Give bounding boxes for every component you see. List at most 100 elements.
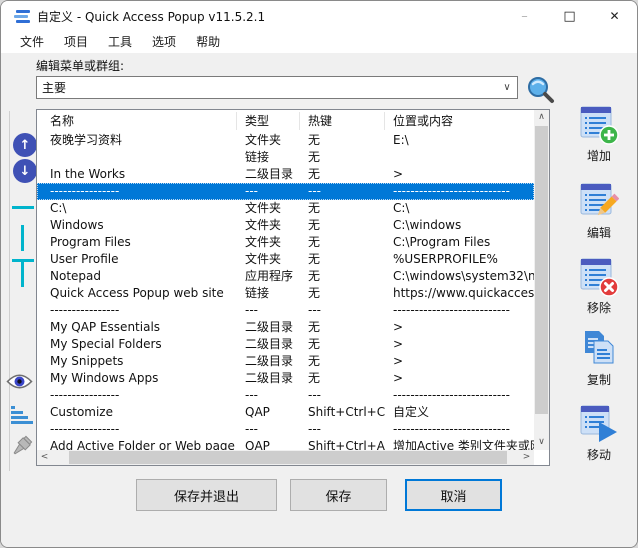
save-and-exit-button[interactable]: 保存并退出 [136,479,277,511]
group-selector-dropdown[interactable]: 主要 ∨ [36,76,518,99]
table-cell: ---------------- [37,183,237,200]
table-cell: ---------------- [37,302,237,319]
table-row[interactable]: My Special Folders二级目录无> [37,336,534,353]
table-cell: Notepad [37,268,237,285]
move-button[interactable]: 移动 [567,404,631,463]
dialog-content: 编辑菜单或群组: 主要 ∨ ↑ ↓ [1,53,637,548]
save-button[interactable]: 保存 [290,479,387,511]
menu-tools[interactable]: 工具 [98,31,142,53]
column-header-hotkey[interactable]: 热键 [300,112,385,130]
sort-levels-icon[interactable] [9,406,33,425]
column-header-name[interactable]: 名称 [37,112,237,130]
table-row[interactable]: 夜晚学习资料文件夹无E:\ [37,132,534,149]
add-separator-line-icon[interactable] [12,206,34,209]
horizontal-scrollbar[interactable]: < > [37,450,534,465]
table-row[interactable]: ----------------------------------------… [37,421,534,438]
table-cell: My Windows Apps [37,370,237,387]
move-down-button[interactable]: ↓ [13,159,37,183]
table-cell: Shift+Ctrl+C [300,404,385,421]
table-row[interactable]: C:\文件夹无C:\ [37,200,534,217]
table-cell: --------------------------- [385,421,534,438]
table-row[interactable]: My QAP Essentials二级目录无> [37,319,534,336]
menu-file[interactable]: 文件 [10,31,54,53]
edit-button[interactable]: 编辑 [567,182,631,241]
table-row[interactable]: Add Active Folder or Web pageQAPShift+Ct… [37,438,534,450]
table-cell: 二级目录 [237,353,300,370]
scroll-down-icon[interactable]: ∨ [534,435,549,450]
scroll-right-icon[interactable]: > [519,450,534,465]
table-row[interactable]: My Snippets二级目录无> [37,353,534,370]
table-cell: > [385,166,534,183]
scroll-up-icon[interactable]: ∧ [534,110,549,125]
column-header-location[interactable]: 位置或内容 [385,112,534,130]
minimize-button[interactable]: – [502,1,547,31]
table-cell: My QAP Essentials [37,319,237,336]
table-row[interactable]: Program Files文件夹无C:\Program Files [37,234,534,251]
table-cell: 无 [300,217,385,234]
table-cell: User Profile [37,251,237,268]
table-cell: > [385,319,534,336]
group-selector-value: 主要 [37,79,497,96]
table-cell: 文件夹 [237,251,300,268]
table-cell: 二级目录 [237,370,300,387]
table-cell: My Special Folders [37,336,237,353]
close-button[interactable]: ✕ [592,1,637,31]
show-hidden-eye-icon[interactable] [6,372,33,391]
menu-item[interactable]: 项目 [54,31,98,53]
add-column-break-icon[interactable] [21,225,24,251]
table-cell: 链接 [237,285,300,302]
table-cell: --- [237,421,300,438]
cancel-button[interactable]: 取消 [405,479,502,511]
table-cell: C:\ [385,200,534,217]
table-row[interactable]: CustomizeQAPShift+Ctrl+C自定义 [37,404,534,421]
chevron-down-icon: ∨ [497,82,517,93]
menu-help[interactable]: 帮助 [186,31,230,53]
table-row[interactable]: Notepad应用程序无C:\windows\system32\notepad.… [37,268,534,285]
pin-window-icon[interactable] [8,434,34,462]
table-row[interactable]: Quick Access Popup web site链接无https://ww… [37,285,534,302]
vertical-scrollbar[interactable]: ∧ ∨ [534,110,549,450]
table-cell: QAP [237,438,300,450]
table-cell: > [385,370,534,387]
table-cell: C:\windows\system32\notepad.exe [385,268,534,285]
table-cell: 无 [300,166,385,183]
table-cell: E:\ [385,132,534,149]
table-row[interactable]: User Profile文件夹无%USERPROFILE% [37,251,534,268]
menu-options[interactable]: 选项 [142,31,186,53]
remove-button[interactable]: 移除 [567,257,631,316]
table-cell: 无 [300,268,385,285]
add-menu-separator-icon[interactable] [12,259,34,287]
search-icon[interactable] [525,74,555,104]
table-cell [385,149,534,166]
table-cell: 二级目录 [237,166,300,183]
column-header-type[interactable]: 类型 [237,112,300,130]
table-cell: My Snippets [37,353,237,370]
table-cell: --- [237,387,300,404]
table-row[interactable]: ----------------------------------------… [37,302,534,319]
horizontal-scroll-thumb[interactable] [69,451,507,464]
table-cell: --- [237,302,300,319]
scroll-left-icon[interactable]: < [37,450,52,465]
menu-bar: 文件 项目 工具 选项 帮助 [1,31,637,53]
table-cell: 无 [300,200,385,217]
table-row[interactable]: Windows文件夹无C:\windows [37,217,534,234]
table-cell: --- [237,183,300,200]
table-row[interactable]: My Windows Apps二级目录无> [37,370,534,387]
copy-button[interactable]: 复制 [567,329,631,388]
move-up-button[interactable]: ↑ [13,133,37,157]
maximize-button[interactable]: □ [547,1,592,31]
app-window: 自定义 - Quick Access Popup v11.5.2.1 – □ ✕… [0,0,638,548]
add-button[interactable]: 增加 [567,105,631,164]
table-header: 名称 类型 热键 位置或内容 [37,110,549,132]
table-row[interactable]: ----------------------------------------… [37,183,534,200]
table-cell: 无 [300,319,385,336]
table-cell: Program Files [37,234,237,251]
table-row[interactable]: ----------------------------------------… [37,387,534,404]
table-cell: 二级目录 [237,336,300,353]
table-row[interactable]: In the Works二级目录无> [37,166,534,183]
table-row[interactable]: 链接无 [37,149,534,166]
vertical-scroll-thumb[interactable] [535,126,548,414]
table-cell: Shift+Ctrl+A [300,438,385,450]
table-cell: 无 [300,234,385,251]
table-cell: Quick Access Popup web site [37,285,237,302]
